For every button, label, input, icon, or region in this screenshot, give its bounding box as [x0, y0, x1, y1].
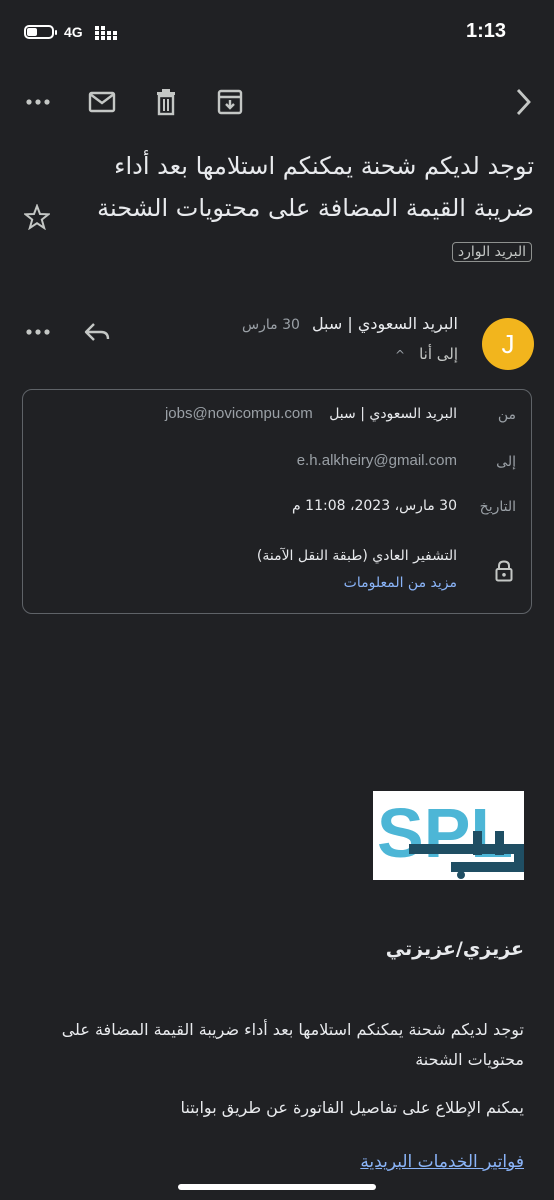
- to-label: إلى: [496, 454, 516, 470]
- to-value: e.h.alkheiry@gmail.com: [297, 452, 457, 469]
- from-label: من: [497, 407, 516, 423]
- star-icon[interactable]: [24, 204, 50, 230]
- email-paragraph: توجد لديكم شحنة يمكنكم استلامها بعد أداء…: [61, 1020, 524, 1069]
- date-value: 30 مارس، 2023، 11:08 م: [292, 498, 457, 514]
- to-me-label: إلى أنا: [419, 345, 458, 363]
- signal-icon: [95, 26, 119, 40]
- from-name: البريد السعودي | سبل: [329, 406, 457, 422]
- more-info-link[interactable]: مزيد من المعلومات: [344, 575, 457, 591]
- sender-date: 30 مارس: [242, 317, 300, 333]
- from-value: البريد السعودي | سبل jobs@novicompu.com: [165, 405, 457, 422]
- message-more-icon[interactable]: [26, 322, 50, 342]
- spl-logo: SPL: [373, 791, 524, 880]
- delete-icon[interactable]: [154, 88, 178, 116]
- inbox-label-chip[interactable]: البريد الوارد: [451, 242, 532, 262]
- home-indicator[interactable]: [178, 1184, 376, 1190]
- chevron-right-icon[interactable]: [514, 88, 532, 116]
- invoice-link[interactable]: فواتير الخدمات البريدية: [360, 1152, 524, 1172]
- archive-icon[interactable]: [217, 88, 243, 116]
- email-paragraph: يمكنم الإطلاع على تفاصيل الفاتورة عن طري…: [180, 1098, 525, 1117]
- date-label: التاريخ: [479, 499, 516, 515]
- lock-icon: [495, 560, 513, 582]
- to-email: e.h.alkheiry@gmail.com: [296, 452, 457, 469]
- sender-name: البريد السعودي | سبل: [311, 314, 458, 333]
- svg-text:SPL: SPL: [377, 794, 513, 872]
- more-horiz-icon[interactable]: [26, 92, 50, 112]
- recipient-toggle[interactable]: إلى أنا ^: [395, 345, 458, 363]
- email-greeting: عزيزي/عزيزتي: [385, 938, 524, 960]
- battery-icon: [24, 25, 57, 39]
- from-email: jobs@novicompu.com: [164, 405, 313, 422]
- email-subject: توجد لديكم شحنة يمكنكم استلامها بعد أداء…: [97, 152, 534, 222]
- reply-icon[interactable]: [83, 320, 111, 344]
- mark-unread-icon[interactable]: [88, 90, 116, 114]
- encryption-value: التشفير العادي (طبقة النقل الآمنة): [256, 548, 457, 564]
- sender-avatar: J: [482, 318, 534, 370]
- chevron-up-icon: ^: [395, 348, 406, 362]
- status-time: 1:13: [465, 20, 506, 42]
- network-type: 4G: [64, 24, 83, 40]
- sender-header[interactable]: البريد السعودي | سبل 30 مارس: [242, 314, 458, 333]
